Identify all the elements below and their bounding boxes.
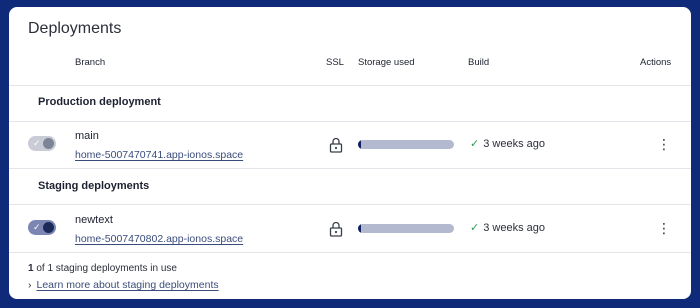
table-header: Branch SSL Storage used Build Actions <box>9 57 691 71</box>
column-header-actions: Actions <box>640 57 672 68</box>
divider <box>9 204 691 205</box>
storage-usage-bar <box>358 224 454 233</box>
build-status: ✓ 3 weeks ago <box>470 137 545 150</box>
divider <box>9 121 691 122</box>
deployment-url-link[interactable]: home-5007470741.app-ionos.space <box>75 149 243 161</box>
more-actions-icon[interactable]: ⋮ <box>657 219 671 237</box>
check-icon: ✓ <box>470 138 480 150</box>
toggle-knob <box>43 222 54 233</box>
more-actions-icon[interactable]: ⋮ <box>657 135 671 153</box>
column-header-storage: Storage used <box>358 57 415 68</box>
build-time: 3 weeks ago <box>483 138 545 150</box>
toggle-knob <box>43 138 54 149</box>
divider <box>9 168 691 169</box>
branch-name: newtext <box>75 214 113 226</box>
learn-more-label: Learn more about staging deployments <box>36 279 219 291</box>
table-row: ✓ main home-5007470741.app-ionos.space ✓… <box>9 124 691 164</box>
build-status: ✓ 3 weeks ago <box>470 221 545 234</box>
deployment-toggle[interactable]: ✓ <box>28 136 56 151</box>
learn-more-link[interactable]: › Learn more about staging deployments <box>28 279 219 291</box>
check-icon: ✓ <box>470 222 480 234</box>
usage-label: of 1 staging deployments in use <box>33 263 177 274</box>
staging-usage-text: 1 of 1 staging deployments in use <box>28 263 177 274</box>
check-icon: ✓ <box>33 222 41 232</box>
chevron-right-icon: › <box>28 279 32 291</box>
page-title: Deployments <box>28 20 122 37</box>
lock-icon <box>329 137 343 153</box>
section-title-staging: Staging deployments <box>38 180 150 192</box>
table-row: ✓ newtext home-5007470802.app-ionos.spac… <box>9 208 691 248</box>
deployment-toggle[interactable]: ✓ <box>28 220 56 235</box>
section-title-production: Production deployment <box>38 96 161 108</box>
column-header-branch: Branch <box>75 57 106 68</box>
storage-usage-fill <box>358 224 361 233</box>
lock-icon <box>329 221 343 237</box>
storage-usage-bar <box>358 140 454 149</box>
column-header-build: Build <box>468 57 490 68</box>
deployment-url-link[interactable]: home-5007470802.app-ionos.space <box>75 233 243 245</box>
column-header-ssl: SSL <box>326 57 344 68</box>
deployments-card: Deployments Branch SSL Storage used Buil… <box>9 7 691 299</box>
build-time: 3 weeks ago <box>483 222 545 234</box>
check-icon: ✓ <box>33 138 41 148</box>
branch-name: main <box>75 130 99 142</box>
storage-usage-fill <box>358 140 361 149</box>
divider <box>9 85 691 86</box>
divider <box>9 252 691 253</box>
